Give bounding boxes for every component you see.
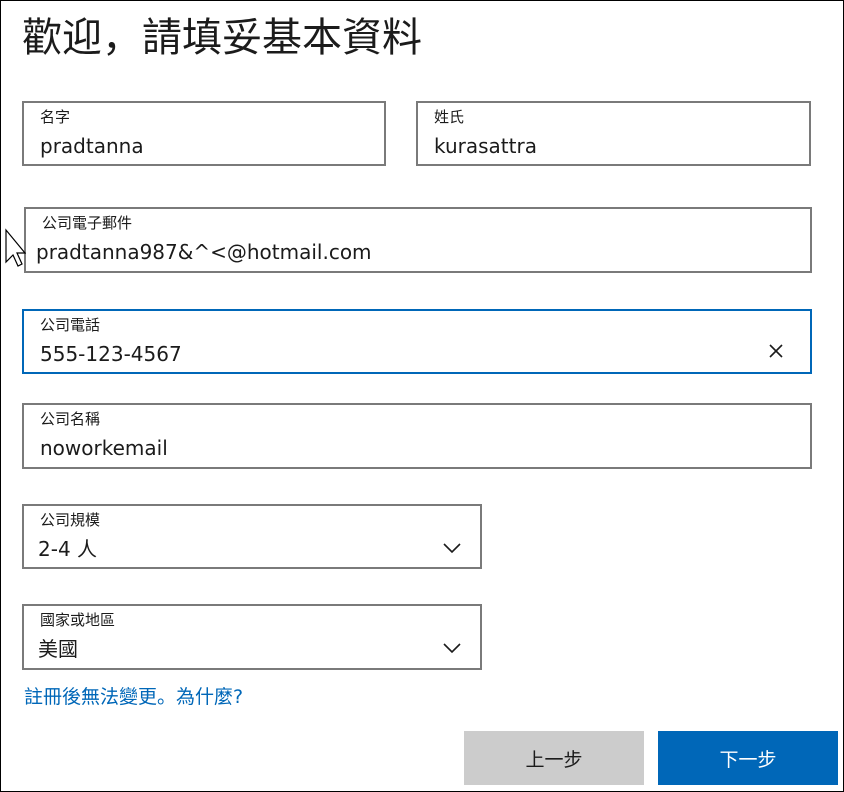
work-email-value: pradtanna987&^<@hotmail.com <box>36 240 372 264</box>
work-phone-field[interactable]: 公司電話 555-123-4567 <box>22 309 812 374</box>
last-name-field[interactable]: 姓氏 kurasattra <box>416 101 811 166</box>
work-phone-value: 555-123-4567 <box>40 342 182 366</box>
mouse-cursor-icon <box>4 228 27 268</box>
work-email-label: 公司電子郵件 <box>42 214 133 232</box>
last-name-label: 姓氏 <box>434 108 465 126</box>
country-value: 美國 <box>38 637 78 661</box>
work-email-field[interactable]: 公司電子郵件 pradtanna987&^<@hotmail.com <box>24 207 812 273</box>
first-name-field[interactable]: 名字 pradtanna <box>22 101 386 166</box>
work-phone-label: 公司電話 <box>40 316 101 334</box>
company-size-select[interactable]: 公司規模 2-4 人 <box>22 504 482 569</box>
close-icon[interactable] <box>766 341 786 361</box>
first-name-value: pradtanna <box>40 134 144 158</box>
company-size-value: 2-4 人 <box>38 537 98 561</box>
country-label: 國家或地區 <box>40 611 116 629</box>
company-size-label: 公司規模 <box>40 511 101 529</box>
company-name-field[interactable]: 公司名稱 noworkemail <box>22 403 812 469</box>
page-title: 歡迎，請填妥基本資料 <box>22 15 422 61</box>
last-name-value: kurasattra <box>434 134 537 158</box>
next-button[interactable]: 下一步 <box>658 731 838 785</box>
country-select[interactable]: 國家或地區 美國 <box>22 604 482 670</box>
company-name-value: noworkemail <box>40 436 168 460</box>
help-link[interactable]: 註冊後無法變更。為什麼? <box>24 684 243 710</box>
company-name-label: 公司名稱 <box>40 410 101 428</box>
chevron-down-icon[interactable] <box>442 640 462 654</box>
first-name-label: 名字 <box>40 108 71 126</box>
chevron-down-icon[interactable] <box>442 540 462 554</box>
back-button[interactable]: 上一步 <box>464 731 644 785</box>
